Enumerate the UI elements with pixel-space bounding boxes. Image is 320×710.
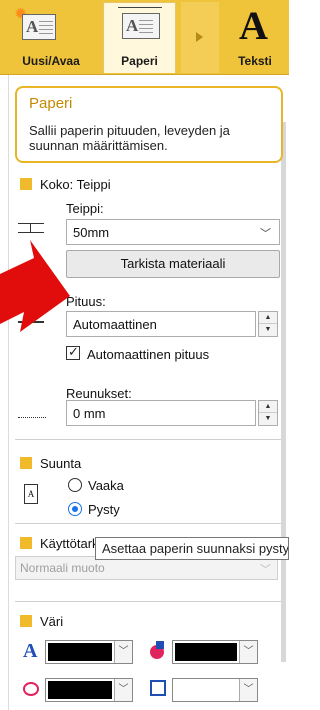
stepper-down-icon[interactable]: ▼ — [259, 413, 277, 425]
check-material-button[interactable]: Tarkista materiaali — [66, 250, 280, 278]
chevron-right-icon — [196, 32, 203, 42]
paper-document-icon: A — [122, 13, 160, 39]
text-color-fill — [48, 643, 112, 661]
checkmark-icon: ✓ — [68, 344, 79, 359]
margins-label: Reunukset: — [66, 386, 132, 401]
auto-length-label: Automaattinen pituus — [87, 347, 210, 362]
info-description: Sallii paperin pituuden, leveyden ja suu… — [29, 123, 230, 153]
fill-color-picker[interactable]: ﹀ — [172, 640, 258, 664]
background-color-icon — [150, 680, 166, 696]
chevron-down-icon: ﹀ — [260, 564, 271, 576]
tab-text-label: Teksti — [238, 54, 272, 68]
color-section-header: Väri — [20, 614, 63, 629]
section-bullet-icon — [20, 537, 32, 549]
frame-color-icon — [23, 682, 39, 696]
red-annotation-arrow-icon — [0, 240, 70, 332]
tab-paper-label: Paperi — [121, 54, 158, 68]
margins-stepper[interactable]: ▲ ▼ — [258, 400, 278, 426]
top-tab-bar: ✹ A Uusi/Avaa A Paperi A Teksti — [0, 0, 289, 75]
orientation-header-text: Suunta — [40, 456, 82, 471]
section-divider — [15, 523, 281, 524]
radio-portrait-label: Pysty — [88, 502, 120, 517]
background-color-picker[interactable]: ﹀ — [172, 678, 258, 702]
tab-text[interactable]: A Teksti — [221, 2, 289, 73]
tab-new-open[interactable]: ✹ A Uusi/Avaa — [0, 2, 102, 73]
fill-color-fill — [175, 643, 237, 661]
chevron-down-icon[interactable]: ﹀ — [239, 679, 257, 701]
portrait-page-icon: A — [24, 484, 38, 504]
size-header-text: Koko: Teippi — [40, 177, 111, 192]
frame-color-picker[interactable]: ﹀ — [45, 678, 133, 702]
tab-paper[interactable]: A Paperi — [103, 2, 176, 73]
background-color-fill — [175, 681, 237, 699]
section-divider — [15, 439, 281, 440]
text-a-icon: A — [239, 3, 268, 48]
info-box: Paperi Sallii paperin pituuden, leveyden… — [15, 86, 283, 163]
section-divider — [15, 601, 281, 602]
chevron-down-icon[interactable]: ﹀ — [114, 641, 132, 663]
stepper-up-icon[interactable]: ▲ — [259, 312, 277, 324]
paper-width-arrow-icon — [118, 7, 162, 8]
stepper-down-icon[interactable]: ▼ — [259, 324, 277, 336]
length-input[interactable]: Automaattinen — [66, 311, 256, 337]
section-bullet-icon — [20, 457, 32, 469]
chevron-down-icon[interactable]: ﹀ — [114, 679, 132, 701]
text-color-icon: A — [23, 640, 38, 662]
color-header-text: Väri — [40, 614, 64, 629]
auto-length-checkbox[interactable]: ✓ — [66, 344, 80, 360]
tab-new-open-label: Uusi/Avaa — [22, 54, 80, 68]
tab-scroll-button[interactable] — [181, 2, 219, 73]
length-input-value: Automaattinen — [73, 317, 157, 332]
margins-input-value: 0 mm — [73, 406, 106, 421]
radio-landscape-label: Vaaka — [88, 478, 124, 493]
chevron-down-icon: ﹀ — [260, 228, 271, 240]
chevron-down-icon[interactable]: ﹀ — [239, 641, 257, 663]
tape-label: Teippi: — [66, 201, 104, 216]
info-title: Paperi — [29, 95, 73, 112]
section-bullet-icon — [20, 615, 32, 627]
tape-select[interactable]: 50mm ﹀ — [66, 219, 280, 245]
text-color-picker[interactable]: ﹀ — [45, 640, 133, 664]
orientation-section-header: Suunta — [20, 456, 81, 471]
length-stepper[interactable]: ▲ ▼ — [258, 311, 278, 337]
usage-select-value: Normaali muoto — [20, 561, 105, 575]
scrollbar-thumb[interactable] — [281, 122, 286, 662]
stepper-up-icon[interactable]: ▲ — [259, 401, 277, 413]
fill-color-icon — [150, 641, 164, 659]
section-bullet-icon — [20, 178, 32, 190]
radio-landscape[interactable] — [68, 478, 82, 492]
size-section-header: Koko: Teippi — [20, 177, 111, 192]
radio-portrait[interactable] — [68, 502, 82, 516]
new-document-icon: A — [22, 14, 56, 40]
margins-input[interactable]: 0 mm — [66, 400, 256, 426]
orientation-tooltip: Asettaa paperin suunnaksi pystysuunnan — [95, 537, 289, 560]
tape-select-value: 50mm — [73, 225, 110, 240]
frame-color-fill — [48, 681, 112, 699]
margins-icon — [18, 404, 46, 418]
